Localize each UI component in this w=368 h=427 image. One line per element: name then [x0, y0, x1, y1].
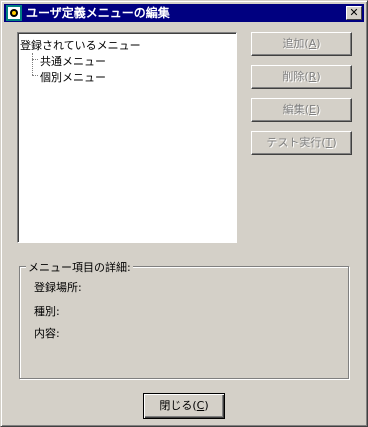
title-bar[interactable]: ユーザ定義メニューの編集 ✕ [4, 4, 364, 22]
dialog-window: ユーザ定義メニューの編集 ✕ 登録されているメニュー 共通メニュー 個別メニュー… [0, 0, 368, 427]
tree-item-common-menu[interactable]: 共通メニュー [40, 53, 106, 69]
close-button[interactable]: 閉じる(C) [143, 393, 225, 419]
app-icon[interactable] [6, 5, 22, 21]
menu-item-details-group: メニュー項目の詳細: 登録場所: 種別: 内容: [19, 259, 349, 379]
type-label: 種別: [34, 305, 60, 318]
tree-root-item[interactable]: 登録されているメニュー [20, 37, 141, 53]
tree-item-individual-menu[interactable]: 個別メニュー [40, 69, 106, 85]
test-run-button[interactable]: テスト実行(T) [251, 131, 352, 155]
content-label: 内容: [34, 327, 60, 340]
tree-connector [32, 59, 38, 60]
add-button[interactable]: 追加(A) [251, 32, 352, 56]
details-group-title: メニュー項目の詳細: [26, 259, 133, 275]
delete-button[interactable]: 削除(R) [251, 65, 352, 89]
menu-tree[interactable]: 登録されているメニュー 共通メニュー 個別メニュー [17, 32, 237, 243]
location-label: 登録場所: [34, 281, 82, 294]
tree-connector [32, 75, 38, 76]
window-title: ユーザ定義メニューの編集 [26, 6, 170, 20]
close-icon[interactable]: ✕ [346, 6, 362, 20]
tree-connector [32, 53, 33, 75]
edit-button[interactable]: 編集(E) [251, 98, 352, 122]
